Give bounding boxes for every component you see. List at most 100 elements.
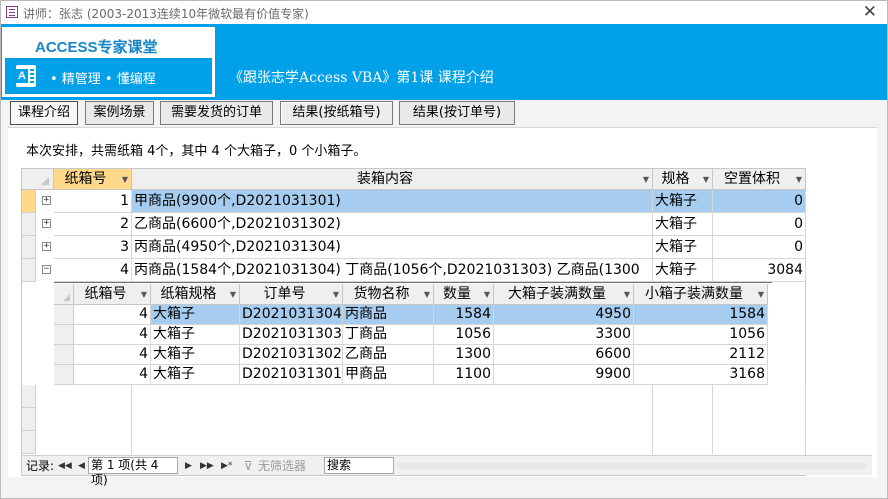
column-header-box-no[interactable]: 纸箱号 ▼: [54, 169, 132, 190]
sub-header-box-no[interactable]: 纸箱号 ▼: [74, 284, 151, 305]
cell-box-no[interactable]: 2: [54, 213, 132, 236]
sub-cell-order[interactable]: D2021031301: [240, 365, 343, 385]
sub-cell-small-full[interactable]: 1056: [634, 325, 768, 345]
chevron-down-icon[interactable]: ▼: [333, 284, 339, 305]
last-record-button[interactable]: ▶▶: [200, 458, 214, 474]
chevron-down-icon[interactable]: ▼: [643, 169, 649, 190]
sub-cell-qty[interactable]: 1100: [434, 365, 494, 385]
sub-cell-order[interactable]: D2021031302: [240, 345, 343, 365]
row-selector[interactable]: [54, 365, 74, 385]
row-selector[interactable]: [22, 385, 36, 408]
order-subdatasheet[interactable]: 纸箱号 ▼ 纸箱规格 ▼ 订单号 ▼ 货物名称 ▼ 数量 ▼ 大箱子装满数量 ▼ 小箱子装满…: [54, 282, 772, 385]
sub-cell-spec[interactable]: 大箱子: [151, 345, 240, 365]
row-selector[interactable]: [22, 408, 36, 431]
sub-header-box-spec[interactable]: 纸箱规格 ▼: [151, 284, 240, 305]
sub-header-qty[interactable]: 数量 ▼: [434, 284, 494, 305]
cell-spec[interactable]: 大箱子: [653, 236, 713, 259]
sub-table-row[interactable]: 4 大箱子 D2021031303 丁商品 1056 3300 1056: [54, 325, 772, 345]
cell-empty-volume[interactable]: 0: [713, 236, 806, 259]
sub-cell-big-full[interactable]: 6600: [494, 345, 634, 365]
prev-record-button[interactable]: ◀: [78, 458, 85, 474]
box-datasheet[interactable]: 纸箱号 ▼ 装箱内容 ▼ 规格 ▼ 空置体积 ▼ + 1 甲商品(9900个,D2021…: [21, 168, 806, 476]
row-selector[interactable]: [22, 431, 36, 454]
sub-cell-box-no[interactable]: 4: [74, 345, 151, 365]
chevron-down-icon[interactable]: ▼: [230, 284, 236, 305]
sub-cell-order[interactable]: D2021031304: [240, 305, 343, 325]
tab-result-by-order[interactable]: 结果(按订单号): [399, 101, 515, 125]
table-row[interactable]: + 3 丙商品(4950个,D2021031304) 大箱子 0: [22, 236, 807, 259]
chevron-down-icon[interactable]: ▼: [424, 284, 430, 305]
sub-cell-box-no[interactable]: 4: [74, 365, 151, 385]
cell-box-no[interactable]: 4: [54, 259, 132, 282]
cell-spec[interactable]: 大箱子: [653, 190, 713, 213]
cell-content[interactable]: 丙商品(4950个,D2021031304): [132, 236, 653, 259]
sub-cell-qty[interactable]: 1300: [434, 345, 494, 365]
chevron-down-icon[interactable]: ▼: [796, 169, 802, 190]
chevron-down-icon[interactable]: ▼: [141, 284, 147, 305]
chevron-down-icon[interactable]: ▼: [122, 169, 128, 190]
sub-cell-big-full[interactable]: 9900: [494, 365, 634, 385]
sub-cell-spec[interactable]: 大箱子: [151, 325, 240, 345]
sub-cell-big-full[interactable]: 4950: [494, 305, 634, 325]
column-header-content[interactable]: 装箱内容 ▼: [132, 169, 653, 190]
cell-empty-volume[interactable]: 0: [713, 190, 806, 213]
horizontal-scrollbar[interactable]: [397, 463, 867, 469]
chevron-down-icon[interactable]: ▼: [703, 169, 709, 190]
column-header-empty-volume[interactable]: 空置体积 ▼: [713, 169, 806, 190]
row-selector[interactable]: [22, 190, 36, 213]
cell-content[interactable]: 甲商品(9900个,D2021031301): [132, 190, 653, 213]
table-row[interactable]: + 1 甲商品(9900个,D2021031301) 大箱子 0: [22, 190, 807, 213]
row-selector[interactable]: [54, 305, 74, 325]
sub-cell-small-full[interactable]: 1584: [634, 305, 768, 325]
sub-cell-goods[interactable]: 乙商品: [343, 345, 434, 365]
sub-cell-qty[interactable]: 1056: [434, 325, 494, 345]
no-filter-indicator[interactable]: 无筛选器: [258, 458, 306, 474]
expand-icon[interactable]: +: [42, 242, 51, 251]
cell-content[interactable]: 丙商品(1584个,D2021031304) 丁商品(1056个,D202103…: [132, 259, 653, 282]
sub-cell-goods[interactable]: 丁商品: [343, 325, 434, 345]
search-input[interactable]: 搜索: [324, 457, 394, 474]
sub-table-row[interactable]: 4 大箱子 D2021031302 乙商品 1300 6600 2112: [54, 345, 772, 365]
chevron-down-icon[interactable]: ▼: [624, 284, 630, 305]
sub-cell-big-full[interactable]: 3300: [494, 325, 634, 345]
tab-orders-to-ship[interactable]: 需要发货的订单: [160, 101, 273, 125]
sub-cell-spec[interactable]: 大箱子: [151, 365, 240, 385]
cell-empty-volume[interactable]: 3084: [713, 259, 806, 282]
cell-box-no[interactable]: 1: [54, 190, 132, 213]
chevron-down-icon[interactable]: ▼: [484, 284, 490, 305]
table-row[interactable]: + 2 乙商品(6600个,D2021031302) 大箱子 0: [22, 213, 807, 236]
expand-icon[interactable]: +: [42, 219, 51, 228]
row-selector[interactable]: [54, 325, 74, 345]
row-selector[interactable]: [22, 259, 36, 282]
close-icon[interactable]: ✕: [863, 2, 877, 22]
sub-cell-small-full[interactable]: 3168: [634, 365, 768, 385]
sub-table-row[interactable]: 4 大箱子 D2021031304 丙商品 1584 4950 1584: [54, 305, 772, 325]
collapse-icon[interactable]: −: [42, 265, 51, 274]
select-all-corner[interactable]: [22, 169, 54, 190]
chevron-down-icon[interactable]: ▼: [758, 284, 764, 305]
sub-cell-small-full[interactable]: 2112: [634, 345, 768, 365]
cell-spec[interactable]: 大箱子: [653, 213, 713, 236]
sub-header-order-no[interactable]: 订单号 ▼: [240, 284, 343, 305]
sub-cell-box-no[interactable]: 4: [74, 325, 151, 345]
column-header-spec[interactable]: 规格 ▼: [653, 169, 713, 190]
cell-empty-volume[interactable]: 0: [713, 213, 806, 236]
sub-header-small-full[interactable]: 小箱子装满数量 ▼: [634, 284, 768, 305]
sub-table-row[interactable]: 4 大箱子 D2021031301 甲商品 1100 9900 3168: [54, 365, 772, 385]
table-row[interactable]: − 4 丙商品(1584个,D2021031304) 丁商品(1056个,D20…: [22, 259, 807, 282]
tab-result-by-box[interactable]: 结果(按纸箱号): [280, 101, 393, 125]
tab-case-scenario[interactable]: 案例场景: [85, 101, 154, 125]
first-record-button[interactable]: ◀◀: [58, 458, 72, 474]
filter-icon[interactable]: ⊽: [244, 458, 253, 474]
current-record-field[interactable]: 第 1 项(共 4 项): [88, 457, 178, 487]
sub-cell-box-no[interactable]: 4: [74, 305, 151, 325]
cell-content[interactable]: 乙商品(6600个,D2021031302): [132, 213, 653, 236]
row-selector[interactable]: [22, 236, 36, 259]
sub-header-goods-name[interactable]: 货物名称 ▼: [343, 284, 434, 305]
new-record-button[interactable]: ▶*: [221, 458, 232, 474]
sub-cell-qty[interactable]: 1584: [434, 305, 494, 325]
sub-cell-spec[interactable]: 大箱子: [151, 305, 240, 325]
sub-cell-goods[interactable]: 甲商品: [343, 365, 434, 385]
row-selector[interactable]: [54, 345, 74, 365]
row-selector[interactable]: [22, 213, 36, 236]
